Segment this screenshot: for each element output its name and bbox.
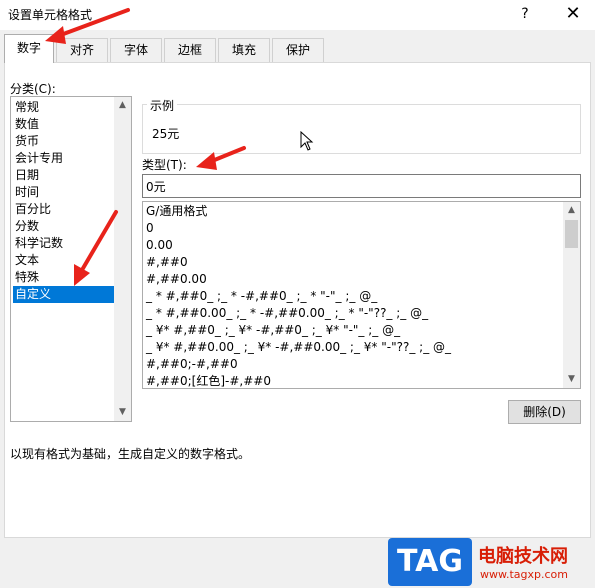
category-item-date[interactable]: 日期 <box>13 167 115 184</box>
tab-number[interactable]: 数字 <box>4 34 54 63</box>
category-item-fraction[interactable]: 分数 <box>13 218 115 235</box>
mouse-cursor-icon <box>300 131 314 151</box>
scroll-up-arrow-icon[interactable]: ▲ <box>114 97 131 114</box>
watermark-url: www.tagxp.com <box>480 568 568 581</box>
category-item-currency[interactable]: 货币 <box>13 133 115 150</box>
watermark: TAG 电脑技术网 www.tagxp.com <box>388 536 595 588</box>
format-list[interactable]: G/通用格式 0 0.00 #,##0 #,##0.00 _ * #,##0_ … <box>142 201 581 389</box>
category-list[interactable]: 常规 数值 货币 会计专用 日期 时间 百分比 分数 科学记数 文本 特殊 自定… <box>10 96 132 422</box>
format-item[interactable]: 0.00 <box>146 237 173 254</box>
format-item[interactable]: #,##0;-#,##0 <box>146 356 238 373</box>
type-label: 类型(T): <box>142 158 187 172</box>
scroll-up-arrow-icon[interactable]: ▲ <box>563 202 580 219</box>
sample-label: 示例 <box>147 97 178 114</box>
category-item-general[interactable]: 常规 <box>13 99 115 116</box>
tab-font[interactable]: 字体 <box>110 38 162 62</box>
tab-alignment[interactable]: 对齐 <box>56 38 108 62</box>
category-item-time[interactable]: 时间 <box>13 184 115 201</box>
format-item[interactable]: G/通用格式 <box>146 203 207 220</box>
tab-protection[interactable]: 保护 <box>272 38 324 62</box>
category-item-accounting[interactable]: 会计专用 <box>13 150 115 167</box>
format-item[interactable]: #,##0;[红色]-#,##0 <box>146 373 271 388</box>
window-title: 设置单元格格式 <box>8 8 93 22</box>
format-item[interactable]: #,##0.00 <box>146 271 207 288</box>
format-item[interactable]: #,##0 <box>146 254 188 271</box>
format-item[interactable]: _ * #,##0.00_ ;_ * -#,##0.00_ ;_ * "-"??… <box>146 305 428 322</box>
scroll-down-arrow-icon[interactable]: ▼ <box>114 404 131 421</box>
sample-group <box>142 104 581 154</box>
tab-fill[interactable]: 填充 <box>218 38 270 62</box>
scroll-thumb[interactable] <box>565 220 578 248</box>
type-input[interactable] <box>142 174 581 198</box>
tab-border[interactable]: 边框 <box>164 38 216 62</box>
category-scrollbar[interactable]: ▲ ▼ <box>114 97 131 421</box>
category-item-special[interactable]: 特殊 <box>13 269 115 286</box>
category-item-scientific[interactable]: 科学记数 <box>13 235 115 252</box>
format-item[interactable]: _ ¥* #,##0.00_ ;_ ¥* -#,##0.00_ ;_ ¥* "-… <box>146 339 451 356</box>
category-item-number[interactable]: 数值 <box>13 116 115 133</box>
format-item[interactable]: _ * #,##0_ ;_ * -#,##0_ ;_ * "-"_ ;_ @_ <box>146 288 377 305</box>
watermark-name: 电脑技术网 <box>478 546 568 567</box>
help-icon[interactable]: ? <box>514 3 536 25</box>
delete-button[interactable]: 删除(D) <box>508 400 581 424</box>
close-icon[interactable]: ✕ <box>560 2 586 26</box>
format-item[interactable]: 0 <box>146 220 154 237</box>
category-item-text[interactable]: 文本 <box>13 252 115 269</box>
category-label: 分类(C): <box>10 82 56 96</box>
watermark-logo: TAG <box>388 538 472 586</box>
scroll-down-arrow-icon[interactable]: ▼ <box>563 371 580 388</box>
format-item[interactable]: _ ¥* #,##0_ ;_ ¥* -#,##0_ ;_ ¥* "-"_ ;_ … <box>146 322 400 339</box>
sample-value: 25元 <box>152 127 180 141</box>
category-item-percentage[interactable]: 百分比 <box>13 201 115 218</box>
category-item-custom[interactable]: 自定义 <box>13 286 115 303</box>
format-scrollbar[interactable]: ▲ ▼ <box>563 202 580 388</box>
description-text: 以现有格式为基础，生成自定义的数字格式。 <box>10 447 251 461</box>
